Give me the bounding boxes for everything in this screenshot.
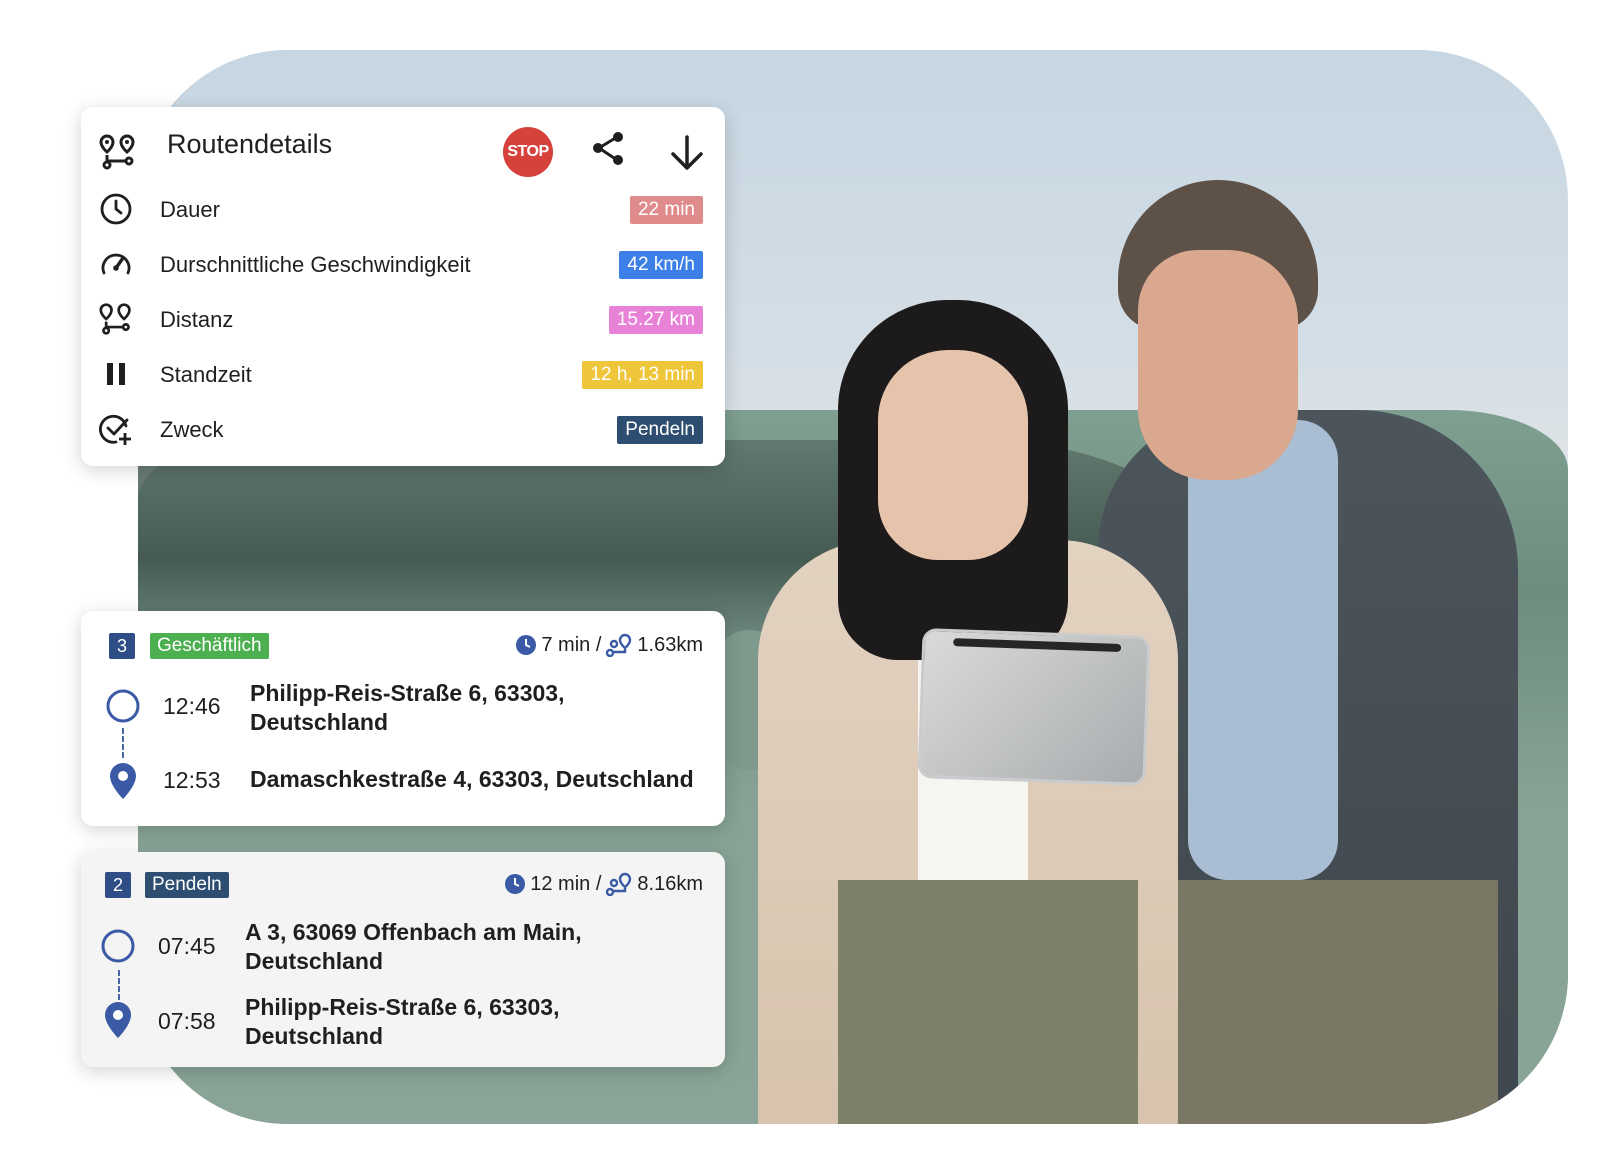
map-pin-icon [110, 763, 136, 799]
standzeit-badge: 12 h, 13 min [582, 361, 703, 389]
pause-icon [107, 363, 125, 385]
share-icon[interactable] [589, 129, 629, 169]
detail-label: Dauer [160, 197, 220, 222]
trip-meta: 12 min / 8.16km [504, 872, 703, 896]
trip-header: 3 Geschäftlich 7 min / 1.63km [81, 611, 725, 671]
download-arrow-icon[interactable] [667, 133, 707, 173]
detail-label: Zweck [160, 417, 224, 442]
start-address: Philipp-Reis-Straße 6, 63303, Deutschlan… [250, 680, 565, 735]
trip-card[interactable]: 3 Geschäftlich 7 min / 1.63km 12:46 Phil… [81, 611, 725, 826]
start-circle-icon [101, 929, 135, 963]
speedometer-icon [101, 253, 131, 275]
start-time: 12:46 [163, 693, 221, 719]
route-connector [122, 728, 124, 758]
start-time: 07:45 [158, 933, 216, 959]
end-time: 07:58 [158, 1008, 216, 1034]
distance-badge: 15.27 km [608, 306, 703, 334]
trip-header: 2 Pendeln 12 min / 8.16km [81, 852, 725, 912]
route-icon [606, 633, 632, 657]
speed-badge: 42 km/h [619, 251, 703, 279]
check-add-icon [99, 414, 131, 445]
trip-card[interactable]: 2 Pendeln 12 min / 8.16km 07:45 A 3, 630… [81, 852, 725, 1067]
detail-row-duration: Dauer 22 min [81, 190, 725, 230]
trip-meta: 7 min / 1.63km [515, 633, 703, 657]
category-badge: Pendeln [145, 872, 229, 898]
map-pin-icon [105, 1002, 131, 1038]
trip-distance: 1.63km [637, 633, 703, 656]
clock-icon [505, 874, 526, 894]
purpose-badge[interactable]: Pendeln [617, 416, 703, 444]
detail-row-distance: Distanz 15.27 km [81, 300, 725, 340]
clock-icon [100, 193, 132, 225]
start-circle-icon [106, 689, 140, 723]
trip-duration: 7 min / [541, 633, 602, 656]
category-badge: Geschäftlich [150, 633, 269, 659]
man-shirt [1188, 420, 1338, 880]
woman-pants [838, 880, 1138, 1124]
woman-face [878, 350, 1028, 560]
trip-number-badge: 2 [105, 872, 131, 898]
detail-label: Standzeit [160, 362, 252, 387]
man-pants [1158, 880, 1498, 1124]
route-details-card: Routendetails STOP Dauer 22 min Durschni… [81, 107, 725, 466]
detail-label: Distanz [160, 307, 234, 332]
trip-number-badge: 3 [109, 633, 135, 659]
route-pins-icon [99, 134, 135, 170]
end-time: 12:53 [163, 767, 221, 793]
route-pins-icon [99, 303, 131, 335]
duration-badge: 22 min [629, 196, 703, 224]
detail-label: Durschnittliche Geschwindigkeit [160, 252, 471, 277]
start-address: A 3, 63069 Offenbach am Main, Deutschlan… [245, 919, 582, 974]
route-icon [606, 872, 632, 896]
trip-duration: 12 min / [530, 872, 602, 895]
clock-icon [516, 635, 537, 655]
tablet [917, 628, 1151, 786]
page-title: Routendetails [167, 129, 333, 159]
stop-button[interactable]: STOP [503, 127, 553, 177]
route-details-header: Routendetails STOP [81, 107, 725, 197]
route-connector [118, 970, 120, 1000]
trip-distance: 8.16km [637, 872, 703, 895]
detail-row-speed: Durschnittliche Geschwindigkeit 42 km/h [81, 245, 725, 285]
detail-row-purpose: Zweck Pendeln [81, 410, 725, 450]
end-address: Damaschkestraße 4, 63303, Deutschland [250, 766, 694, 792]
detail-row-standzeit: Standzeit 12 h, 13 min [81, 355, 725, 395]
man-face [1138, 250, 1298, 480]
end-address: Philipp-Reis-Straße 6, 63303, Deutschlan… [245, 994, 560, 1049]
